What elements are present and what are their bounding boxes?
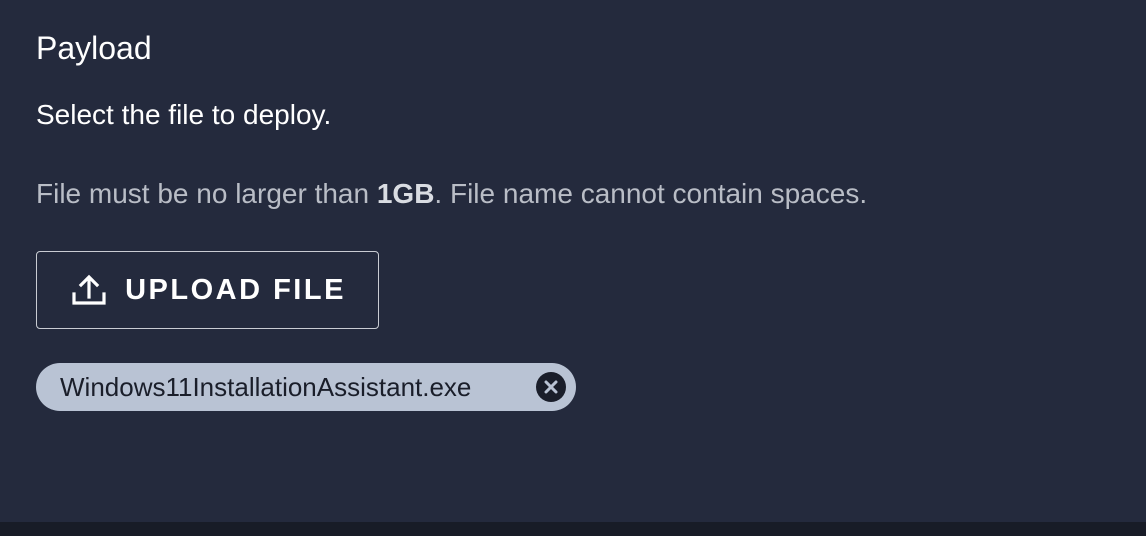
constraints-prefix: File must be no larger than [36,178,377,209]
upload-button-label: UPLOAD FILE [125,273,346,306]
size-limit: 1GB [376,178,435,209]
instruction-text: Select the file to deploy. [36,99,332,130]
selected-file-name: Windows11InstallationAssistant.exe [60,371,472,402]
selected-file-chip: Windows11InstallationAssistant.exe [36,363,576,411]
section-title: Payload [36,30,152,66]
upload-file-button[interactable]: UPLOAD FILE [36,251,379,329]
constraints-suffix: . File name cannot contain spaces. [434,178,868,209]
close-circle-icon[interactable] [536,372,566,402]
file-constraints-text: File must be no larger than 1GB. File na… [36,176,867,212]
payload-panel: Payload Select the file to deploy. File … [0,0,1146,522]
upload-icon [69,270,109,310]
bottom-bar [0,522,1146,536]
